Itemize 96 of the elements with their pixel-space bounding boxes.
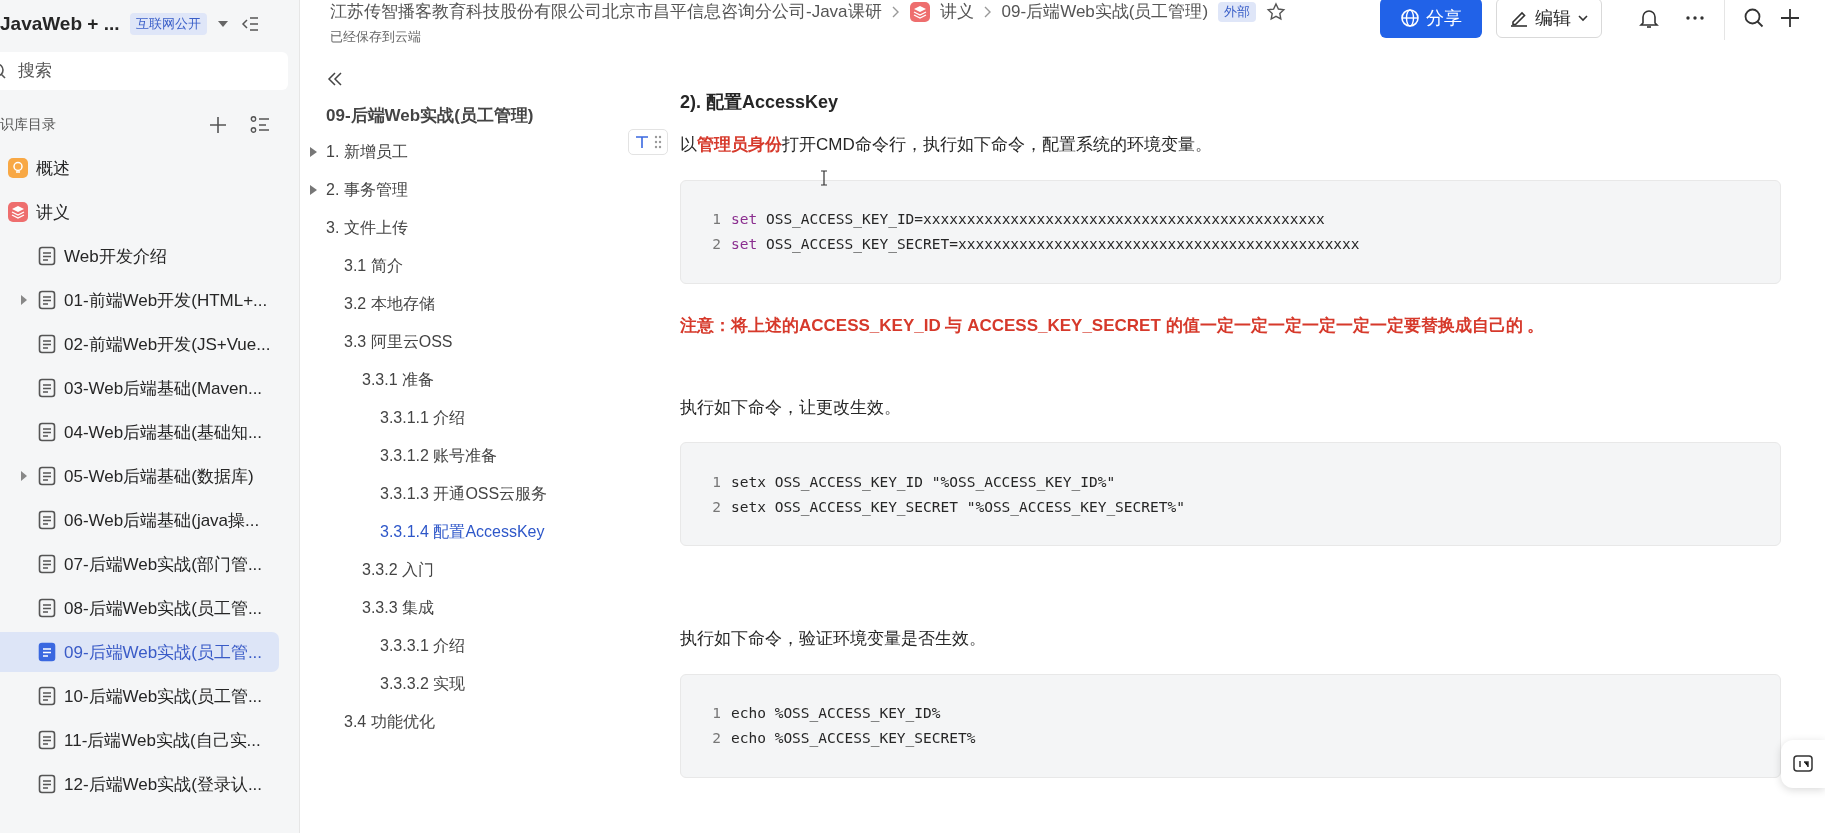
share-button[interactable]: 分享 bbox=[1380, 0, 1482, 38]
code-line: setx OSS_ACCESS_KEY_SECRET "%OSS_ACCESS_KEY_SECRET%" bbox=[731, 498, 1185, 515]
document-icon bbox=[38, 510, 56, 530]
warning-text: 注意：将上述的ACCESS_KEY_ID 与 ACCESS_KEY_SECRET 的值一定一定一定一定一定一定要替换成自己的 。 bbox=[680, 314, 1546, 337]
outline-item[interactable]: 3.3.3 集成 bbox=[300, 589, 620, 627]
outline-item[interactable]: 1. 新增员工 bbox=[300, 133, 620, 171]
text-cursor-icon bbox=[820, 170, 828, 186]
code-line: echo %OSS_ACCESS_KEY_SECRET% bbox=[731, 730, 976, 746]
document-icon bbox=[38, 378, 56, 398]
sidebar-item[interactable]: 讲义 bbox=[0, 192, 279, 232]
code-line: set OSS_ACCESS_KEY_SECRET=xxxxxxxxxxxxxxxxxxxxxxxxxxxxxxxxxxxxxxxxxxxxxx bbox=[731, 236, 1360, 252]
sidebar-item[interactable]: Web开发介绍 bbox=[0, 236, 279, 276]
outline-item[interactable]: 3. 文件上传 bbox=[300, 209, 620, 247]
sidebar-item[interactable]: 05-Web后端基础(数据库) bbox=[0, 456, 279, 496]
code-line: setx OSS_ACCESS_KEY_ID "%OSS_ACCESS_KEY_ID%" bbox=[731, 473, 1116, 490]
document-icon bbox=[38, 422, 56, 442]
save-status: 已经保存到云端 bbox=[330, 28, 422, 46]
line-number: 2 bbox=[711, 498, 721, 515]
breadcrumb-link[interactable]: 讲义 bbox=[939, 0, 974, 23]
outline-item[interactable]: 3.1 简介 bbox=[300, 247, 620, 285]
sidebar-item[interactable]: 08-后端Web实战(员工管... bbox=[0, 588, 279, 628]
outline-item[interactable]: 3.3.1.4 配置AccessKey bbox=[300, 513, 620, 551]
document-icon bbox=[38, 246, 56, 266]
breadcrumb-link[interactable]: 江苏传智播客教育科技股份有限公司北京市昌平信息咨询分公司-Java课研 bbox=[330, 0, 882, 23]
caret-down-icon bbox=[1577, 12, 1589, 24]
knowledge-base-title[interactable]: JavaWeb + ... bbox=[0, 13, 120, 35]
outline-item[interactable]: 3.3.2 入门 bbox=[300, 551, 620, 589]
visibility-badge: 互联网公开 bbox=[129, 13, 207, 35]
assistant-widget[interactable] bbox=[1781, 740, 1825, 788]
outline-item[interactable]: 3.4 功能优化 bbox=[300, 703, 620, 741]
layers-icon bbox=[8, 202, 28, 222]
block-handle[interactable] bbox=[628, 129, 668, 155]
document-icon bbox=[38, 686, 56, 706]
text-style-icon bbox=[634, 134, 650, 150]
paragraph: 执行如下命令，验证环境变量是否生效。 bbox=[680, 628, 986, 650]
outline-item[interactable]: 3.3.1 准备 bbox=[300, 361, 620, 399]
breadcrumb-link[interactable]: 09-后端Web实战(员工管理) bbox=[1001, 0, 1209, 23]
sidebar-item[interactable]: 04-Web后端基础(基础知... bbox=[0, 412, 279, 452]
document-icon bbox=[38, 334, 56, 354]
sidebar-item[interactable]: 11-后端Web实战(自己实... bbox=[0, 720, 279, 760]
expand-arrow-icon[interactable] bbox=[310, 185, 317, 195]
sidebar-item[interactable]: 10-后端Web实战(员工管... bbox=[0, 676, 279, 716]
line-number: 1 bbox=[711, 211, 721, 227]
section-title: 识库目录 bbox=[0, 116, 57, 134]
document-icon bbox=[38, 290, 56, 310]
document-icon bbox=[38, 774, 56, 794]
outline-item[interactable]: 3.3.3.2 实现 bbox=[300, 665, 620, 703]
sidebar-item[interactable]: 07-后端Web实战(部门管... bbox=[0, 544, 279, 584]
line-number: 1 bbox=[711, 473, 721, 490]
document-icon bbox=[38, 730, 56, 750]
code-line: echo %OSS_ACCESS_KEY_ID% bbox=[731, 705, 941, 721]
bell-icon[interactable] bbox=[1638, 7, 1660, 29]
chat-icon bbox=[1792, 753, 1814, 775]
collapse-outline-icon[interactable] bbox=[326, 70, 344, 88]
sidebar-item[interactable]: 06-Web后端基础(java操... bbox=[0, 500, 279, 540]
document-icon bbox=[38, 466, 56, 486]
add-icon[interactable] bbox=[1779, 7, 1801, 29]
sidebar-item[interactable]: 12-后端Web实战(登录认... bbox=[0, 764, 279, 804]
paragraph: 以管理员身份打开CMD命令行，执行如下命令，配置系统的环境变量。 bbox=[680, 134, 1212, 156]
expand-arrow-icon[interactable] bbox=[20, 471, 28, 481]
chevron-right-icon bbox=[891, 5, 900, 18]
edit-button[interactable]: 编辑 bbox=[1496, 0, 1602, 38]
section-heading: 2). 配置AccessKey bbox=[680, 91, 840, 114]
chevron-right-icon bbox=[983, 5, 992, 18]
globe-icon bbox=[1400, 8, 1420, 28]
search-field[interactable]: 搜索 bbox=[0, 52, 288, 90]
outline-item[interactable]: 3.3.1.2 账号准备 bbox=[300, 437, 620, 475]
layers-icon bbox=[909, 1, 930, 22]
document-icon bbox=[38, 598, 56, 618]
search-icon[interactable] bbox=[1743, 7, 1765, 29]
lightbulb-icon bbox=[8, 158, 28, 178]
line-number: 2 bbox=[711, 236, 721, 252]
outline-item[interactable]: 3.3.1.1 介绍 bbox=[300, 399, 620, 437]
sidebar-item[interactable]: 01-前端Web开发(HTML+... bbox=[0, 280, 279, 320]
outline-item[interactable]: 3.3.3.1 介绍 bbox=[300, 627, 620, 665]
star-icon[interactable] bbox=[1266, 1, 1287, 22]
list-icon[interactable] bbox=[250, 115, 270, 135]
paragraph: 执行如下命令，让更改生效。 bbox=[680, 396, 901, 419]
external-badge: 外部 bbox=[1218, 1, 1257, 22]
expand-arrow-icon[interactable] bbox=[20, 295, 28, 305]
sidebar-item[interactable]: 09-后端Web实战(员工管... bbox=[0, 632, 279, 672]
drag-handle-icon bbox=[654, 135, 662, 149]
sidebar-item[interactable]: 03-Web后端基础(Maven... bbox=[0, 368, 279, 408]
expand-arrow-icon[interactable] bbox=[310, 147, 317, 157]
document-icon bbox=[38, 554, 56, 574]
outline-item[interactable]: 2. 事务管理 bbox=[300, 171, 620, 209]
code-line: set OSS_ACCESS_KEY_ID=xxxxxxxxxxxxxxxxxxxxxxxxxxxxxxxxxxxxxxxxxxxxxx bbox=[731, 211, 1325, 227]
outline-item[interactable]: 3.3 阿里云OSS bbox=[300, 323, 620, 361]
line-number: 1 bbox=[711, 705, 721, 721]
document-icon bbox=[38, 642, 56, 662]
sidebar-item[interactable]: 02-前端Web开发(JS+Vue... bbox=[0, 324, 279, 364]
outline-item[interactable]: 3.3.1.3 开通OSS云服务 bbox=[300, 475, 620, 513]
outline-item[interactable]: 3.2 本地存储 bbox=[300, 285, 620, 323]
outline-title: 09-后端Web实战(员工管理) bbox=[326, 105, 535, 127]
line-number: 2 bbox=[711, 730, 721, 746]
sidebar-item[interactable]: 概述 bbox=[0, 148, 279, 188]
